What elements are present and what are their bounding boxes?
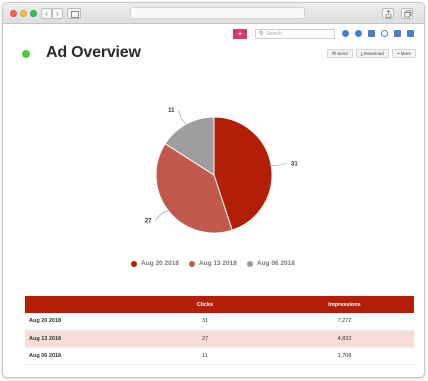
status-indicator (22, 50, 30, 58)
close-window-button[interactable] (10, 10, 17, 17)
row-date: Aug 13 2018 (25, 330, 135, 348)
toolbar-icons (342, 30, 414, 37)
document-icon[interactable] (407, 30, 414, 37)
user-icon[interactable] (342, 30, 349, 37)
row-impressions: 1,708 (275, 347, 414, 365)
chart-legend: Aug 20 2018 Aug 13 2018 Aug 06 2018 (131, 260, 295, 267)
page-title: Ad Overview (46, 44, 141, 61)
legend-label: Aug 13 2018 (198, 260, 237, 267)
pie-leader-line (178, 110, 187, 125)
sidebar-toggle-icon[interactable] (67, 8, 81, 19)
action-buttons: ✉Send ⤓Download +More (326, 49, 416, 58)
box-icon[interactable] (368, 30, 375, 37)
legend-swatch (131, 260, 137, 267)
send-label: Send (337, 51, 348, 56)
legend-swatch (188, 260, 195, 267)
pie-leader-line (155, 210, 169, 221)
search-icon: ⚲ (259, 31, 264, 37)
send-icon: ✉ (331, 51, 337, 57)
legend-item[interactable]: Aug 06 2018 (246, 260, 295, 267)
more-label: More (400, 51, 411, 56)
more-button[interactable]: +More (391, 49, 416, 58)
table-header-date (25, 296, 135, 313)
address-bar[interactable] (130, 7, 305, 19)
row-date: Aug 20 2018 (25, 313, 135, 331)
back-icon[interactable]: ‹ (41, 8, 52, 19)
data-table: Clicks Impressions Aug 20 2018 31 7,272 … (25, 296, 414, 365)
legend-label: Aug 06 2018 (256, 260, 295, 267)
tabs-overview-icon[interactable] (401, 8, 413, 19)
table-header-impressions: Impressions (275, 296, 414, 313)
row-impressions: 4,832 (275, 330, 414, 348)
row-impressions: 7,272 (275, 313, 414, 331)
search-input[interactable] (266, 30, 332, 38)
download-icon: ⤓ (360, 51, 363, 57)
pie-chart: 31 27 11 (3, 79, 424, 279)
app-toolbar: + ⚲ (3, 24, 424, 44)
table-row[interactable]: Aug 13 2018 27 4,832 (25, 330, 414, 348)
table-header-clicks: Clicks (135, 296, 275, 313)
page-content: + ⚲ Ad Overview ✉Send ⤓Download +More 31… (3, 24, 424, 377)
maximize-window-button[interactable] (30, 10, 37, 17)
pie-data-label: 11 (168, 108, 175, 114)
account-icon[interactable] (355, 30, 362, 37)
row-date: Aug 06 2018 (25, 347, 135, 365)
row-clicks: 31 (135, 313, 275, 331)
download-button[interactable]: ⤓Download (355, 49, 389, 58)
pie-chart-svg: 31 27 11 (145, 108, 298, 234)
legend-item[interactable]: Aug 13 2018 (188, 260, 237, 267)
browser-window: ‹ › + ⚲ Ad Overview (2, 2, 425, 378)
settings-icon[interactable] (381, 30, 388, 37)
row-clicks: 27 (135, 330, 275, 348)
search-box: ⚲ (255, 29, 335, 39)
forward-icon[interactable]: › (52, 8, 63, 19)
legend-label: Aug 20 2018 (141, 260, 179, 267)
pie-leader-line (271, 162, 288, 167)
table-header-row: Clicks Impressions (25, 296, 414, 313)
send-button[interactable]: ✉Send (326, 49, 353, 58)
pie-data-label: 31 (291, 161, 298, 167)
download-label: Download (363, 51, 384, 56)
legend-swatch (246, 260, 253, 267)
row-clicks: 11 (135, 347, 275, 365)
legend-item[interactable]: Aug 20 2018 (131, 260, 179, 267)
table-row[interactable]: Aug 06 2018 11 1,708 (25, 347, 414, 365)
minimize-window-button[interactable] (20, 10, 27, 17)
more-icon: + (396, 51, 400, 57)
print-icon[interactable] (394, 30, 401, 37)
pie-data-label: 27 (145, 218, 152, 224)
share-icon[interactable] (382, 8, 394, 19)
browser-titlebar: ‹ › (3, 3, 424, 24)
add-button[interactable]: + (233, 29, 247, 39)
table-row[interactable]: Aug 20 2018 31 7,272 (25, 313, 414, 331)
